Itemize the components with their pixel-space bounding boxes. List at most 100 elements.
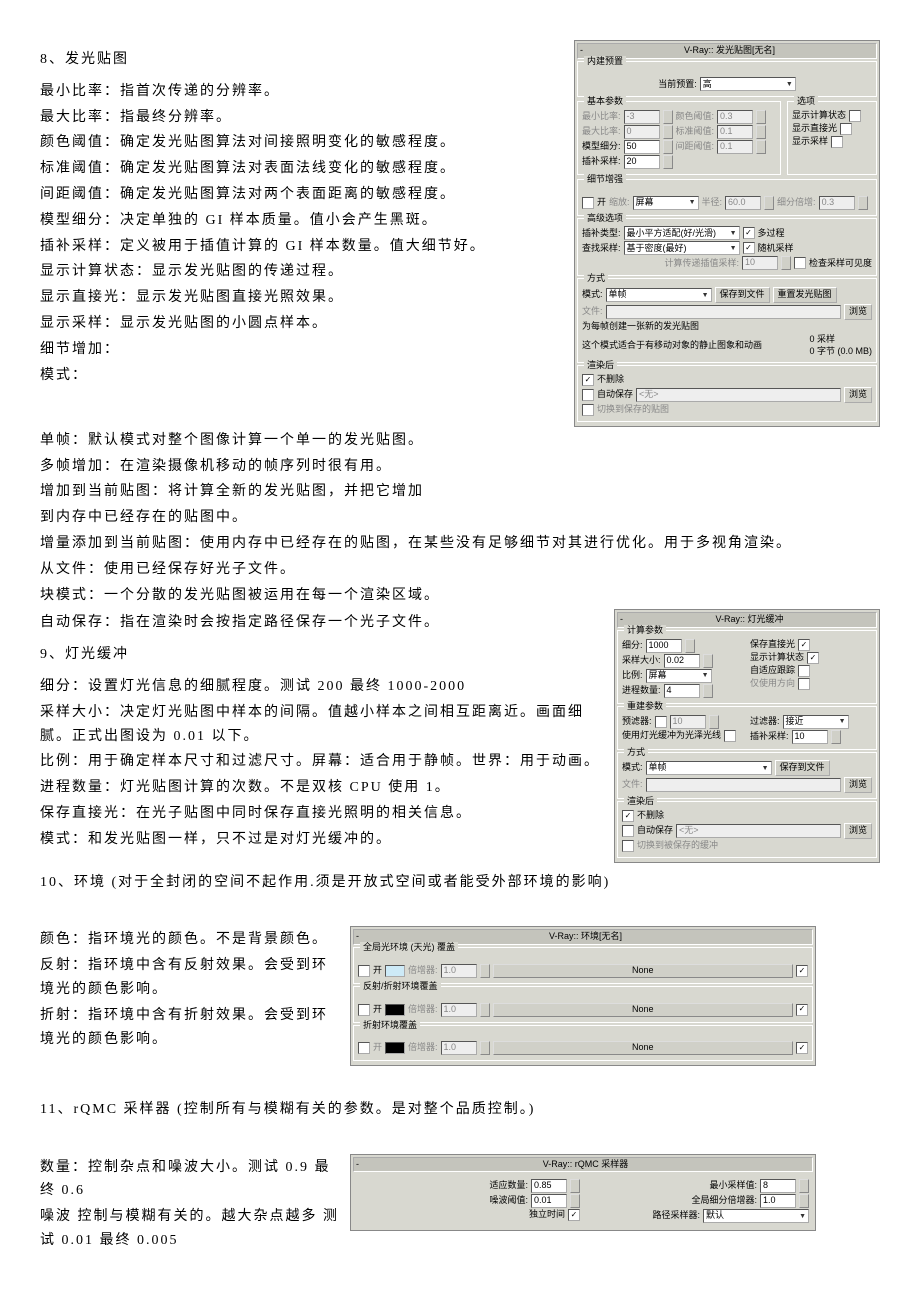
adaptive-checkbox[interactable]: [798, 665, 810, 677]
s8-line: 细节增加：: [40, 338, 564, 362]
file-path-input[interactable]: [606, 305, 841, 319]
gi-mult-input[interactable]: 1.0: [441, 964, 477, 978]
s11-line: 数量：控制杂点和噪波大小。测试 0.9 最终 0.6: [40, 1156, 340, 1204]
spinner[interactable]: [480, 964, 490, 978]
interp-type-dropdown[interactable]: 最小平方适配(好/光滑): [624, 226, 740, 240]
subdivs-input[interactable]: 1000: [646, 639, 682, 653]
rf-mult-input[interactable]: 1.0: [441, 1041, 477, 1055]
lc-mode-dropdown[interactable]: 单帧: [646, 761, 772, 775]
spinner[interactable]: [570, 1179, 580, 1193]
dist-threshold-input[interactable]: 0.1: [717, 140, 753, 154]
gi-on-checkbox[interactable]: [358, 965, 370, 977]
preset-dropdown[interactable]: 高: [700, 77, 796, 91]
spinner[interactable]: [480, 1041, 490, 1055]
spinner[interactable]: [663, 140, 673, 154]
spinner[interactable]: [756, 110, 766, 124]
rr-mult-input[interactable]: 1.0: [441, 1003, 477, 1017]
use-lc-glossy-checkbox[interactable]: [724, 730, 736, 742]
interp-samples-input[interactable]: 10: [792, 730, 828, 744]
spinner[interactable]: [480, 1003, 490, 1017]
randomize-checkbox[interactable]: ✓: [743, 242, 755, 254]
multipass-checkbox[interactable]: ✓: [743, 227, 755, 239]
normal-threshold-input[interactable]: 0.1: [717, 125, 753, 139]
show-direct-checkbox[interactable]: [840, 123, 852, 135]
show-calc-checkbox[interactable]: ✓: [807, 652, 819, 664]
interp-samples-input[interactable]: 20: [624, 155, 660, 169]
max-rate-input[interactable]: 0: [624, 125, 660, 139]
auto-save-checkbox[interactable]: [582, 389, 594, 401]
adaptive-amount-input[interactable]: 0.85: [531, 1179, 567, 1193]
rf-color-swatch[interactable]: [385, 1042, 405, 1054]
spinner[interactable]: [709, 715, 719, 729]
browse-button[interactable]: 浏览: [844, 777, 872, 793]
sample-lookup-dropdown[interactable]: 基于密度(最好): [624, 241, 740, 255]
rf-on-checkbox[interactable]: [358, 1042, 370, 1054]
spinner[interactable]: [703, 654, 713, 668]
s8-line: 颜色阈值：确定发光贴图算法对间接照明变化的敏感程度。: [40, 131, 564, 155]
scale-dropdown[interactable]: 屏幕: [646, 669, 712, 683]
rr-map-on-checkbox[interactable]: ✓: [796, 1004, 808, 1016]
prefilter-checkbox[interactable]: [655, 716, 667, 728]
spinner[interactable]: [781, 256, 791, 270]
no-delete-checkbox[interactable]: ✓: [622, 810, 634, 822]
color-threshold-input[interactable]: 0.3: [717, 110, 753, 124]
detail-mult-input[interactable]: 0.3: [819, 196, 855, 210]
file-path-input[interactable]: [646, 778, 841, 792]
global-subdivs-mult-input[interactable]: 1.0: [760, 1194, 796, 1208]
show-samples-checkbox[interactable]: [831, 136, 843, 148]
gi-map-on-checkbox[interactable]: ✓: [796, 965, 808, 977]
use-directions-checkbox[interactable]: [798, 678, 810, 690]
mode-dropdown[interactable]: 单帧: [606, 288, 712, 302]
sample-size-input[interactable]: 0.02: [664, 654, 700, 668]
gi-color-swatch[interactable]: [385, 965, 405, 977]
browse-button[interactable]: 浏览: [844, 823, 872, 839]
detail-on-checkbox[interactable]: [582, 197, 594, 209]
rr-color-swatch[interactable]: [385, 1004, 405, 1016]
browse-button[interactable]: 浏览: [844, 387, 872, 403]
rf-map-on-checkbox[interactable]: ✓: [796, 1042, 808, 1054]
no-delete-checkbox[interactable]: ✓: [582, 374, 594, 386]
time-independent-checkbox[interactable]: ✓: [568, 1209, 580, 1221]
spinner[interactable]: [570, 1194, 580, 1208]
path-sampler-dropdown[interactable]: 默认: [703, 1209, 809, 1223]
min-samples-input[interactable]: 8: [760, 1179, 796, 1193]
auto-save-checkbox[interactable]: [622, 825, 634, 837]
reset-irr-map-button[interactable]: 重置发光贴图: [773, 287, 837, 303]
calc-pass-interp-input[interactable]: 10: [742, 256, 778, 270]
switch-saved-checkbox[interactable]: [622, 840, 634, 852]
spinner[interactable]: [858, 196, 868, 210]
spinner[interactable]: [663, 110, 673, 124]
spinner[interactable]: [663, 155, 673, 169]
rr-map-button[interactable]: None: [493, 1003, 793, 1017]
noise-threshold-input[interactable]: 0.01: [531, 1194, 567, 1208]
passes-input[interactable]: 4: [664, 684, 700, 698]
browse-button[interactable]: 浏览: [844, 304, 872, 320]
spinner[interactable]: [756, 125, 766, 139]
spinner[interactable]: [756, 140, 766, 154]
spinner[interactable]: [685, 639, 695, 653]
check-visibility-checkbox[interactable]: [794, 257, 806, 269]
spinner[interactable]: [663, 125, 673, 139]
gi-map-button[interactable]: None: [493, 964, 793, 978]
save-to-file-button[interactable]: 保存到文件: [715, 287, 770, 303]
detail-radius-input[interactable]: 60.0: [725, 196, 761, 210]
rf-map-button[interactable]: None: [493, 1041, 793, 1055]
s8-mode: 从文件：使用已经保存好光子文件。: [40, 558, 880, 582]
hsph-subdivs-input[interactable]: 50: [624, 140, 660, 154]
min-rate-input[interactable]: -3: [624, 110, 660, 124]
spinner[interactable]: [799, 1194, 809, 1208]
show-calc-checkbox[interactable]: [849, 110, 861, 122]
auto-save-path-input[interactable]: <无>: [636, 388, 841, 402]
spinner[interactable]: [703, 684, 713, 698]
switch-saved-checkbox[interactable]: [582, 404, 594, 416]
spinner[interactable]: [799, 1179, 809, 1193]
spinner[interactable]: [764, 196, 774, 210]
auto-save-path-input[interactable]: <无>: [676, 824, 841, 838]
spinner[interactable]: [831, 730, 841, 744]
rr-on-checkbox[interactable]: [358, 1004, 370, 1016]
prefilter-input[interactable]: 10: [670, 715, 706, 729]
filter-dropdown[interactable]: 接近: [783, 715, 849, 729]
detail-scale-dropdown[interactable]: 屏幕: [633, 196, 699, 210]
save-to-file-button[interactable]: 保存到文件: [775, 760, 830, 776]
store-direct-checkbox[interactable]: ✓: [798, 639, 810, 651]
